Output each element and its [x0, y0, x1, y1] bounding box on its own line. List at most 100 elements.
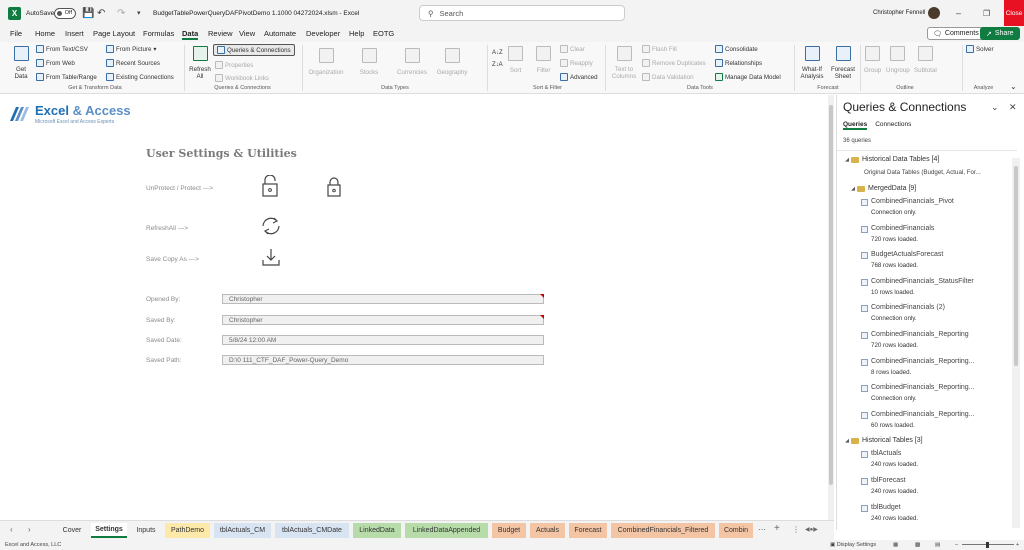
queries-connections-button[interactable]: Queries & Connections: [213, 44, 295, 56]
download-icon[interactable]: [262, 248, 280, 266]
query-item[interactable]: tblBudget 240 rows loaded.: [837, 501, 1017, 525]
collapse-ribbon-icon[interactable]: ⌄: [1010, 82, 1017, 91]
flash-fill-button[interactable]: Flash Fill: [642, 45, 677, 53]
menu-data[interactable]: Data: [182, 29, 199, 40]
menu-eotg[interactable]: EOTG: [373, 29, 394, 38]
query-item[interactable]: tblActuals 240 rows loaded.: [837, 447, 1017, 474]
clear-button[interactable]: Clear: [560, 45, 585, 53]
query-item[interactable]: tblForecast 240 rows loaded.: [837, 474, 1017, 501]
query-group-historical-tables[interactable]: ◢ Historical Tables [3]: [837, 434, 1017, 447]
sort-az-button[interactable]: A↓Z Z↓A: [492, 50, 503, 68]
comments-button[interactable]: 🗨 Comments: [927, 27, 985, 40]
add-sheet-icon[interactable]: +: [774, 523, 780, 534]
close-pane-icon[interactable]: ✕: [1009, 102, 1017, 113]
filter-button[interactable]: Filter: [536, 46, 551, 74]
saved-path-field[interactable]: D:\0 111_CTF_DAF_Power-Query_Demo: [222, 355, 544, 365]
properties-button[interactable]: Properties: [215, 61, 253, 69]
avatar[interactable]: [928, 0, 940, 26]
redo-icon[interactable]: ↷: [117, 0, 125, 26]
tab-connections[interactable]: Connections: [875, 121, 911, 130]
query-item[interactable]: CombinedFinancials_Reporting... Connectio…: [837, 381, 1017, 408]
from-text-csv-button[interactable]: From Text/CSV: [36, 45, 88, 53]
autosave-toggle[interactable]: Off: [54, 0, 76, 26]
menu-review[interactable]: Review: [208, 29, 233, 38]
ungroup-button[interactable]: Ungroup: [886, 46, 910, 74]
sheet-tab-actuals[interactable]: Actuals: [530, 523, 565, 538]
opened-by-field[interactable]: Christopher: [222, 294, 544, 304]
query-item[interactable]: CombinedFinancials_Reporting 720 rows loa…: [837, 328, 1017, 355]
from-web-button[interactable]: From Web: [36, 59, 75, 67]
query-group-merged-data[interactable]: ◢ MergedData [9]: [837, 182, 1017, 195]
unprotect-lock-icon[interactable]: [262, 175, 278, 197]
scroll-tabs-left-icon[interactable]: ‹: [10, 525, 13, 534]
menu-home[interactable]: Home: [35, 29, 55, 38]
solver-button[interactable]: Solver: [966, 45, 994, 53]
sheet-tab-linkeddata[interactable]: LinkedData: [353, 523, 401, 538]
group-button[interactable]: Group: [864, 46, 881, 74]
sheet-tab-combinedfinancials-filtered[interactable]: CombinedFinancials_Filtered: [611, 523, 715, 538]
tab-splitter-icon[interactable]: ⋮: [792, 525, 800, 534]
advanced-button[interactable]: Advanced: [560, 73, 598, 81]
refresh-cycle-icon[interactable]: [259, 216, 283, 236]
menu-help[interactable]: Help: [349, 29, 364, 38]
sheet-tab-cover[interactable]: Cover: [55, 523, 89, 538]
tab-queries[interactable]: Queries: [843, 121, 868, 130]
sheet-tab-budget[interactable]: Budget: [492, 523, 526, 538]
sheet-tab-linkeddataappended[interactable]: LinkedDataAppended: [405, 523, 488, 538]
query-item[interactable]: CombinedFinancials_Pivot Connection only.: [837, 195, 1017, 222]
data-type-organization[interactable]: Organization: [306, 48, 346, 76]
menu-automate[interactable]: Automate: [264, 29, 296, 38]
consolidate-button[interactable]: Consolidate: [715, 45, 758, 53]
text-to-columns-button[interactable]: Text to Columns: [610, 46, 638, 80]
menu-view[interactable]: View: [239, 29, 255, 38]
minimize-icon[interactable]: –: [956, 0, 961, 26]
subtotal-button[interactable]: Subtotal: [914, 46, 937, 74]
what-if-analysis-button[interactable]: What-If Analysis: [798, 46, 826, 80]
refresh-all-button[interactable]: Refresh All: [188, 46, 212, 80]
query-group-historical-data-tables[interactable]: ◢ Historical Data Tables [4]: [837, 153, 1017, 166]
reapply-button[interactable]: Reapply: [560, 59, 593, 67]
remove-duplicates-button[interactable]: Remove Duplicates: [642, 59, 706, 67]
sort-button[interactable]: Sort: [508, 46, 523, 74]
customize-qat-icon[interactable]: ▾: [137, 0, 141, 26]
menu-developer[interactable]: Developer: [306, 29, 340, 38]
relationships-button[interactable]: Relationships: [715, 59, 762, 67]
sheet-tab-combin[interactable]: Combin: [719, 523, 753, 538]
zoom-slider-thumb[interactable]: [986, 542, 989, 548]
query-item[interactable]: BudgetActualsForecast 768 rows loaded.: [837, 248, 1017, 275]
page-break-view-icon[interactable]: ▤: [935, 542, 940, 548]
close-button[interactable]: Close: [1004, 0, 1024, 26]
data-type-currencies[interactable]: Currencies: [392, 48, 432, 76]
worksheet[interactable]: Excel & Access Microsoft Excel and Acces…: [0, 95, 834, 520]
query-item[interactable]: CombinedFinancials (2) Connection only.: [837, 301, 1017, 328]
workbook-links-button[interactable]: Workbook Links: [215, 74, 269, 82]
manage-data-model-button[interactable]: Manage Data Model: [715, 73, 781, 81]
forecast-sheet-button[interactable]: Forecast Sheet: [830, 46, 856, 80]
sheet-tab-pathdemo[interactable]: PathDemo: [165, 523, 210, 538]
pane-scrollbar[interactable]: [1012, 158, 1020, 528]
saved-date-field[interactable]: 5/8/24 12:00 AM: [222, 335, 544, 345]
share-button[interactable]: ↗ Share: [980, 27, 1020, 40]
sheet-tab-forecast[interactable]: Forecast: [569, 523, 607, 538]
saved-by-field[interactable]: Christopher: [222, 315, 544, 325]
menu-insert[interactable]: Insert: [65, 29, 84, 38]
more-tabs-icon[interactable]: ⋯: [758, 525, 766, 534]
data-validation-button[interactable]: Data Validation: [642, 73, 694, 81]
restore-icon[interactable]: ❐: [983, 0, 990, 26]
display-settings-button[interactable]: ▣ Display Settings: [830, 542, 876, 548]
undo-icon[interactable]: ↶: [97, 0, 105, 26]
menu-page-layout[interactable]: Page Layout: [93, 29, 135, 38]
query-item[interactable]: CombinedFinancials_Reporting... 60 rows l…: [837, 408, 1017, 435]
menu-file[interactable]: File: [10, 29, 22, 38]
data-type-stocks[interactable]: Stocks: [352, 48, 386, 76]
zoom-in-icon[interactable]: +: [1016, 542, 1019, 548]
existing-connections-button[interactable]: Existing Connections: [106, 73, 174, 81]
sheet-tab-tblactuals-cm[interactable]: tblActuals_CM: [214, 523, 271, 538]
page-layout-view-icon[interactable]: ▩: [915, 542, 920, 548]
sheet-tab-inputs[interactable]: Inputs: [131, 523, 161, 538]
menu-formulas[interactable]: Formulas: [143, 29, 174, 38]
scroll-tabs-right-icon[interactable]: ›: [28, 525, 31, 534]
protect-lock-icon[interactable]: [327, 177, 341, 197]
query-item[interactable]: CombinedFinancials 720 rows loaded.: [837, 222, 1017, 249]
query-item[interactable]: CombinedFinancials_Reporting... 8 rows lo…: [837, 355, 1017, 382]
